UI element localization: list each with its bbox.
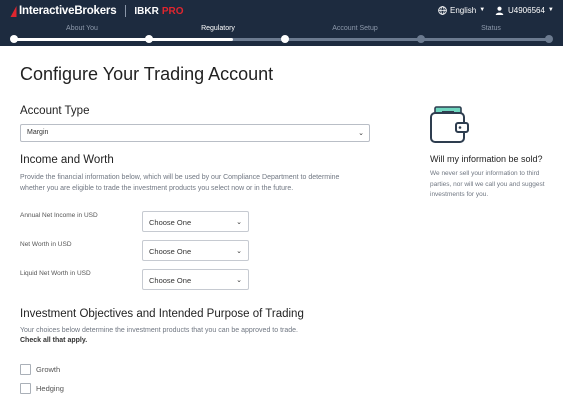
select-value: Choose One bbox=[149, 218, 192, 227]
page-title: Configure Your Trading Account bbox=[20, 64, 274, 84]
income-description: Provide the financial information below,… bbox=[20, 172, 339, 194]
objectives-instruction: Check all that apply. bbox=[20, 337, 88, 344]
step-dot bbox=[145, 35, 153, 43]
net-worth-label: Net Worth in USD bbox=[20, 241, 72, 248]
product-suffix: PRO bbox=[161, 5, 184, 17]
sidebar-title: Will my information be sold? bbox=[430, 154, 543, 164]
select-value: Choose One bbox=[149, 276, 192, 285]
account-type-value: Margin bbox=[27, 129, 49, 136]
annual-net-income-select[interactable]: Choose One ⌄ bbox=[142, 211, 249, 232]
wallet-icon bbox=[430, 106, 469, 143]
progress-fill bbox=[14, 38, 233, 41]
objectives-description: Your choices below determine the investm… bbox=[20, 327, 298, 334]
caret-down-icon: ▼ bbox=[547, 7, 554, 13]
brand-logo[interactable]: InteractiveBrokers IBKR PRO bbox=[10, 4, 184, 18]
user-menu[interactable]: U4906564 ▼ bbox=[495, 4, 554, 16]
language-selector[interactable]: English ▼ bbox=[438, 4, 485, 16]
growth-label[interactable]: Growth bbox=[36, 365, 60, 374]
globe-icon bbox=[438, 5, 447, 15]
chevron-down-icon: ⌄ bbox=[236, 277, 242, 284]
hedging-label[interactable]: Hedging bbox=[36, 384, 64, 393]
step-account-setup: Account Setup bbox=[332, 25, 378, 32]
chevron-down-icon: ⌄ bbox=[358, 130, 364, 137]
progress-stepper: About You Regulatory Account Setup Statu… bbox=[0, 24, 563, 46]
liquid-net-worth-select[interactable]: Choose One ⌄ bbox=[142, 269, 249, 290]
net-worth-select[interactable]: Choose One ⌄ bbox=[142, 240, 249, 261]
step-dot bbox=[417, 35, 425, 43]
objectives-heading: Investment Objectives and Intended Purpo… bbox=[20, 308, 304, 320]
income-heading: Income and Worth bbox=[20, 154, 114, 166]
sidebar-text: We never sell your information to third … bbox=[430, 170, 545, 198]
select-value: Choose One bbox=[149, 247, 192, 256]
account-type-select[interactable]: Margin ⌄ bbox=[20, 124, 370, 142]
annual-net-income-label: Annual Net Income in USD bbox=[20, 212, 98, 219]
step-regulatory[interactable]: Regulatory bbox=[168, 25, 268, 32]
brand-divider bbox=[125, 5, 127, 17]
brand-name: InteractiveBrokers bbox=[19, 5, 117, 17]
chevron-down-icon: ⌄ bbox=[236, 248, 242, 255]
caret-down-icon: ▼ bbox=[479, 7, 486, 13]
username: U4906564 bbox=[508, 5, 545, 15]
user-icon bbox=[495, 6, 504, 15]
growth-checkbox[interactable] bbox=[20, 364, 31, 375]
step-dot bbox=[281, 35, 289, 43]
income-description-line: Provide the financial information below,… bbox=[20, 174, 340, 181]
account-type-heading: Account Type bbox=[20, 105, 90, 117]
product-prefix: IBKR bbox=[134, 5, 159, 17]
ib-flame-logo-icon bbox=[10, 5, 17, 17]
language-label: English bbox=[450, 5, 477, 15]
step-dot bbox=[10, 35, 18, 43]
top-navigation-bar: InteractiveBrokers IBKR PRO English ▼ U4… bbox=[0, 0, 563, 46]
step-about-you[interactable]: About You bbox=[32, 25, 132, 32]
income-description-line: whether you are eligible to trade the in… bbox=[20, 185, 294, 192]
hedging-checkbox[interactable] bbox=[20, 383, 31, 394]
liquid-net-worth-label: Liquid Net Worth in USD bbox=[20, 270, 91, 277]
step-status: Status bbox=[481, 25, 501, 32]
step-dot bbox=[545, 35, 553, 43]
chevron-down-icon: ⌄ bbox=[236, 219, 242, 226]
